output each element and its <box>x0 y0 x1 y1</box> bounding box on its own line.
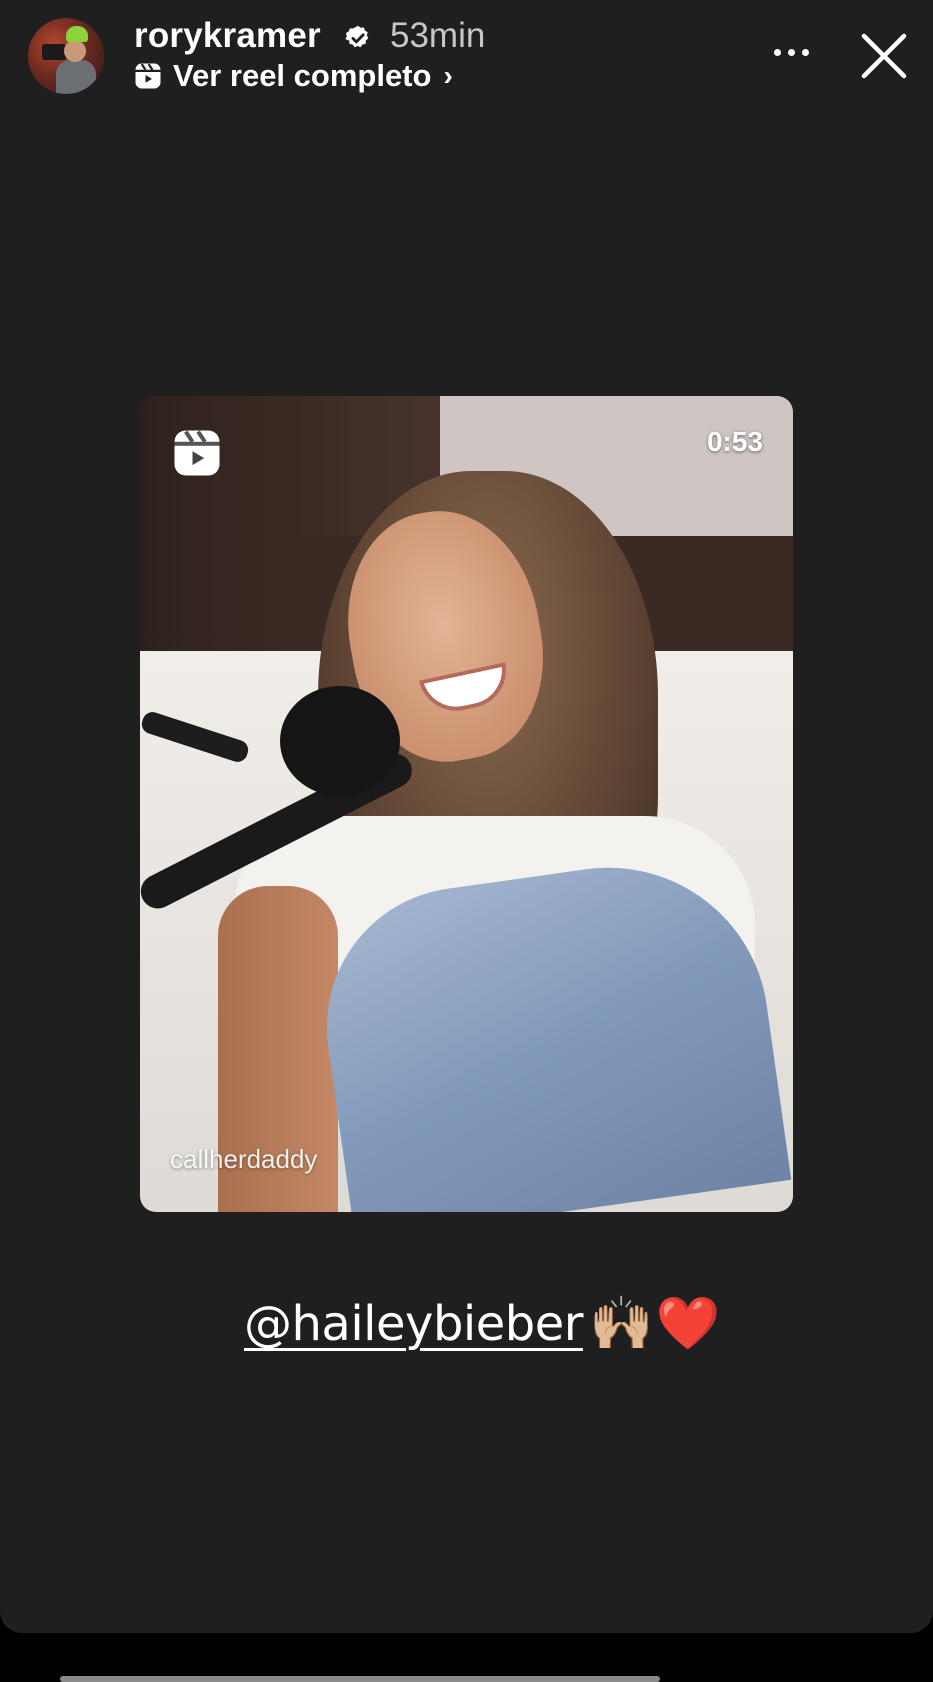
reel-thumbnail-image <box>140 396 793 1212</box>
mention-sticker[interactable]: @haileybieber 🙌🏼 ❤️ <box>244 1296 721 1352</box>
story-username[interactable]: rorykramer <box>134 16 321 56</box>
more-options-button[interactable] <box>766 34 816 70</box>
view-full-reel-label: Ver reel completo <box>173 58 432 93</box>
raising-hands-emoji: 🙌🏼 <box>589 1295 654 1353</box>
story-timestamp: 53min <box>390 16 486 55</box>
verified-badge-icon <box>345 25 369 48</box>
more-dot-icon <box>787 48 795 56</box>
avatar-camera-shape <box>42 44 66 60</box>
reel-watermark: callherdaddy <box>170 1144 318 1174</box>
reel-duration: 0:53 <box>706 426 763 457</box>
reels-icon <box>135 63 161 89</box>
view-full-reel-link[interactable]: Ver reel completo › <box>133 56 453 96</box>
avatar-body-shape <box>56 60 96 94</box>
story-viewer[interactable]: rorykramer 53min Ver reel completo › 0:5… <box>0 0 933 1633</box>
avatar-hat-shape <box>66 26 88 42</box>
scene-microphone <box>280 686 400 796</box>
reel-preview-card[interactable]: 0:53 callherdaddy <box>140 396 793 1212</box>
more-dot-icon <box>801 48 809 56</box>
more-dot-icon <box>773 48 781 56</box>
profile-avatar[interactable] <box>28 18 104 94</box>
home-indicator[interactable] <box>60 1676 660 1682</box>
mention-handle[interactable]: @haileybieber <box>244 1296 584 1352</box>
red-heart-emoji: ❤️ <box>655 1295 721 1353</box>
reels-icon <box>174 430 220 476</box>
close-icon[interactable] <box>858 30 910 82</box>
chevron-right-icon: › <box>443 60 453 91</box>
